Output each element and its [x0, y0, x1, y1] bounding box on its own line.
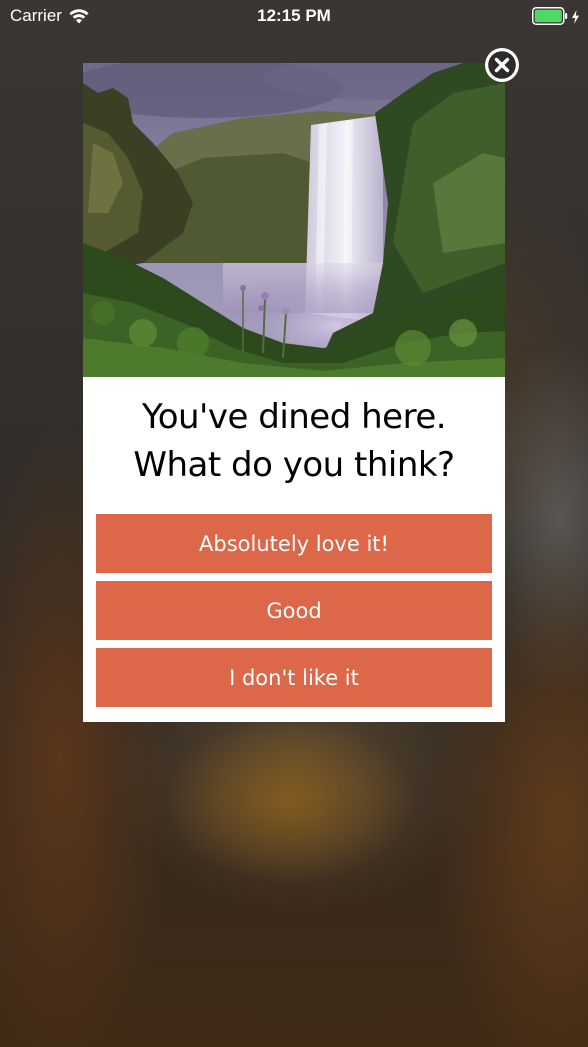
status-bar: Carrier 12:15 PM — [0, 0, 588, 34]
feedback-prompt: You've dined here. What do you think? — [83, 377, 505, 489]
good-button[interactable]: Good — [96, 581, 492, 640]
battery-group — [532, 7, 580, 25]
close-icon — [482, 45, 522, 85]
waterfall-photo — [83, 63, 505, 377]
clock: 12:15 PM — [257, 6, 331, 25]
love-it-button[interactable]: Absolutely love it! — [96, 514, 492, 573]
feedback-modal: You've dined here. What do you think? Ab… — [83, 63, 505, 722]
rating-options: Absolutely love it! Good I don't like it — [96, 514, 492, 715]
prompt-line-1: You've dined here. — [141, 397, 447, 437]
battery-icon — [532, 7, 568, 25]
charging-bolt-icon — [571, 9, 580, 24]
dont-like-button[interactable]: I don't like it — [96, 648, 492, 707]
close-button[interactable] — [482, 45, 522, 85]
prompt-line-2: What do you think? — [133, 445, 455, 485]
